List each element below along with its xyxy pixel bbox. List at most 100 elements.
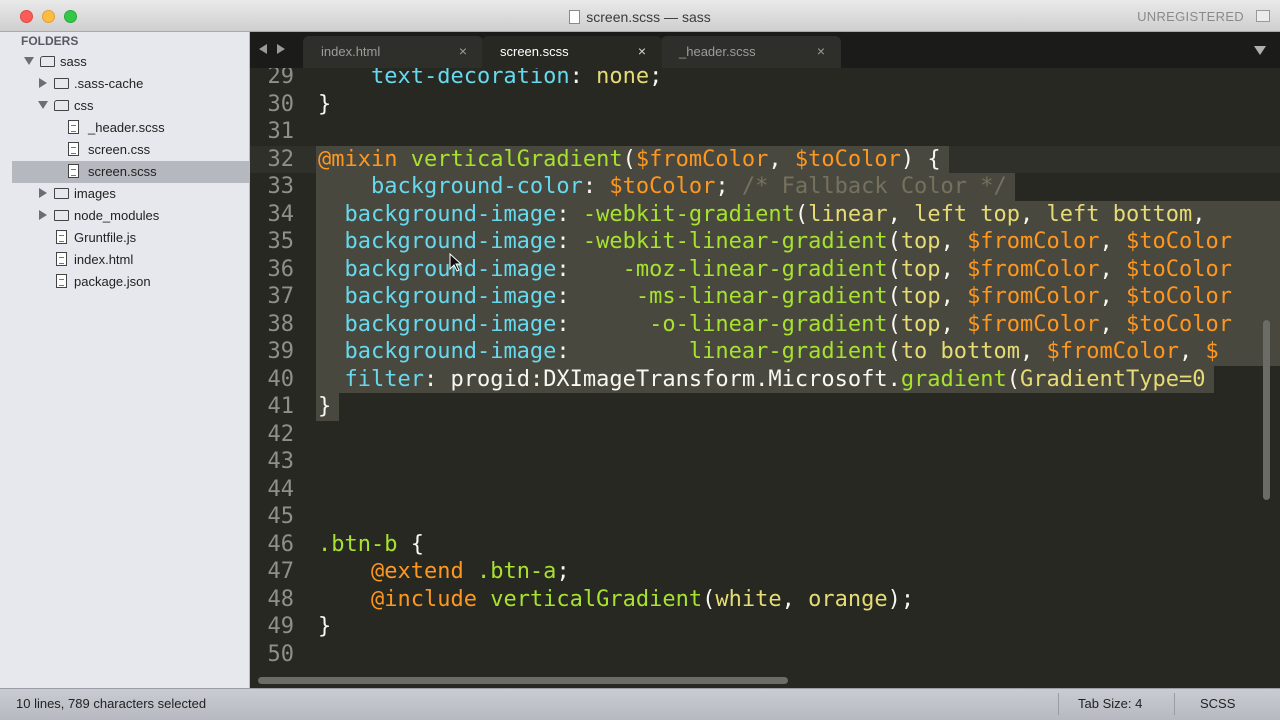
disclosure-closed-icon[interactable] <box>39 188 47 198</box>
code-line[interactable]: 40 filter: progid:DXImageTransform.Micro… <box>250 365 1280 393</box>
code-line[interactable]: 46 .btn-b { <box>250 531 1280 559</box>
sidebar-item-screen-scss[interactable]: screen.scss <box>12 161 250 183</box>
code-line[interactable]: 48 @include verticalGradient(white, oran… <box>250 586 1280 614</box>
tab-forward-icon[interactable] <box>277 44 285 54</box>
sidebar-item-index-html[interactable]: index.html <box>12 249 250 271</box>
tab-label: _header.scss <box>679 44 756 59</box>
code-text: @mixin verticalGradient($fromColor, $toC… <box>318 146 941 172</box>
syntax-button[interactable]: SCSS <box>1200 696 1235 711</box>
sidebar-item-sass-cache[interactable]: .sass-cache <box>12 73 250 95</box>
disclosure-closed-icon[interactable] <box>39 78 47 88</box>
code-line[interactable]: 29 text-decoration: none; <box>250 68 1280 91</box>
file-icon <box>68 164 79 178</box>
tab-label: screen.scss <box>500 44 569 59</box>
code-line[interactable]: 31 <box>250 118 1280 146</box>
file-icon <box>56 274 67 288</box>
sidebar-item-label: _header.scss <box>88 120 165 135</box>
sidebar-item-css[interactable]: css <box>12 95 250 117</box>
code-text: text-decoration: none; <box>370 68 663 89</box>
code-line[interactable]: 47 @extend .btn-a; <box>250 558 1280 586</box>
fullscreen-icon[interactable] <box>1256 10 1270 22</box>
code-line[interactable]: 45 <box>250 503 1280 531</box>
code-text: background-image: -webkit-linear-gradien… <box>344 229 1232 254</box>
sidebar-gutter <box>0 32 12 688</box>
folders-header: FOLDERS <box>21 34 79 48</box>
line-number: 32 <box>267 146 295 172</box>
status-bar: 10 lines, 789 characters selected Tab Si… <box>0 688 1280 720</box>
unregistered-label: UNREGISTERED <box>1137 9 1244 24</box>
code-line[interactable]: 32 @mixin verticalGradient($fromColor, $t… <box>250 145 1280 173</box>
disclosure-open-icon[interactable] <box>24 57 34 65</box>
code-line[interactable]: 50 <box>250 641 1280 669</box>
sidebar-item-header-scss[interactable]: _header.scss <box>12 117 250 139</box>
line-number: 50 <box>267 641 295 667</box>
code-line[interactable]: 39 background-image: linear-gradient(to … <box>250 338 1280 366</box>
code-text: background-color: $toColor; /* Fallback … <box>370 174 1007 199</box>
folder-open-icon <box>54 100 69 111</box>
sidebar-item-label: images <box>74 186 116 201</box>
sidebar-item-gruntfile-js[interactable]: Gruntfile.js <box>12 227 250 249</box>
code-text: } <box>318 394 332 419</box>
window-title-wrap: screen.scss — sass <box>0 9 1280 25</box>
code-line[interactable]: 43 <box>250 448 1280 476</box>
sidebar-item-images[interactable]: images <box>12 183 250 205</box>
tab-close-icon[interactable]: × <box>459 43 467 59</box>
file-icon <box>56 230 67 244</box>
folder-icon <box>54 210 69 221</box>
code-line[interactable]: 36 background-image: -moz-linear-gradien… <box>250 255 1280 283</box>
tab-index-html[interactable]: index.html × <box>303 36 483 68</box>
line-number: 39 <box>267 339 295 364</box>
tab-size-button[interactable]: Tab Size: 4 <box>1078 696 1142 711</box>
sidebar-item-label: screen.css <box>88 142 151 157</box>
sidebar-item-node-modules[interactable]: node_modules <box>12 205 250 227</box>
file-icon <box>56 252 67 266</box>
line-number: 31 <box>267 119 295 144</box>
code-line[interactable]: 38 background-image: -o-linear-gradient(… <box>250 310 1280 338</box>
window-title: screen.scss — sass <box>586 9 711 25</box>
line-number: 47 <box>267 559 295 584</box>
disclosure-closed-icon[interactable] <box>39 210 47 220</box>
sidebar-item-label: index.html <box>74 252 134 267</box>
code-text: background-image: -webkit-gradient(linea… <box>344 201 1219 227</box>
line-number: 44 <box>267 476 295 502</box>
code-line[interactable]: 49} <box>250 613 1280 641</box>
code-line[interactable]: 33 background-color: $toColor; /* Fallba… <box>250 173 1280 201</box>
horizontal-scrollbar[interactable] <box>258 677 788 684</box>
sidebar-item-label: Gruntfile.js <box>74 230 137 245</box>
sidebar-item-screen-css[interactable]: screen.css <box>12 139 250 161</box>
sidebar-item-label: sass <box>60 54 87 69</box>
line-number: 42 <box>267 421 295 447</box>
tab-close-icon[interactable]: × <box>638 43 646 59</box>
tab-header-scss[interactable]: _header.scss × <box>661 36 841 68</box>
horizontal-scrollbar-track <box>250 673 1280 688</box>
tab-screen-scss[interactable]: screen.scss × <box>482 36 662 68</box>
code-line[interactable]: 34 background-image: -webkit-gradient(li… <box>250 200 1280 228</box>
sidebar-item-label: .sass-cache <box>74 76 144 91</box>
code-text: filter: progid:DXImageTransform.Microsof… <box>344 366 1206 392</box>
code-line[interactable]: 44 <box>250 476 1280 504</box>
code-text: background-image: -o-linear-gradient(top… <box>344 311 1232 337</box>
selection-status: 10 lines, 789 characters selected <box>16 696 207 711</box>
code-text: } <box>318 91 332 117</box>
line-number: 33 <box>267 174 295 199</box>
sidebar-item-package-json[interactable]: package.json <box>12 271 250 293</box>
code-text: background-image: linear-gradient(to bot… <box>344 339 1219 364</box>
folder-icon <box>54 188 69 199</box>
code-editor[interactable]: 29 text-decoration: none; 30} 31 32 @mixin v… <box>250 68 1280 688</box>
tab-close-icon[interactable]: × <box>817 43 825 59</box>
code-line[interactable]: 41} <box>250 393 1280 421</box>
disclosure-open-icon[interactable] <box>38 101 48 109</box>
vertical-scrollbar[interactable] <box>1263 320 1270 500</box>
document-icon <box>569 10 581 24</box>
tab-back-icon[interactable] <box>259 44 267 54</box>
line-number: 36 <box>267 256 295 282</box>
tab-list-dropdown-icon[interactable] <box>1254 46 1266 55</box>
code-line[interactable]: 42 <box>250 421 1280 449</box>
code-line[interactable]: 37 background-image: -ms-linear-gradient… <box>250 283 1280 311</box>
sidebar-item-sass[interactable]: sass <box>12 51 250 73</box>
code-line[interactable]: 35 background-image: -webkit-linear-grad… <box>250 228 1280 256</box>
sidebar-item-label: screen.scss <box>88 164 157 179</box>
code-line[interactable]: 30} <box>250 91 1280 119</box>
status-divider <box>1174 693 1175 715</box>
sidebar-item-label: package.json <box>74 274 151 289</box>
